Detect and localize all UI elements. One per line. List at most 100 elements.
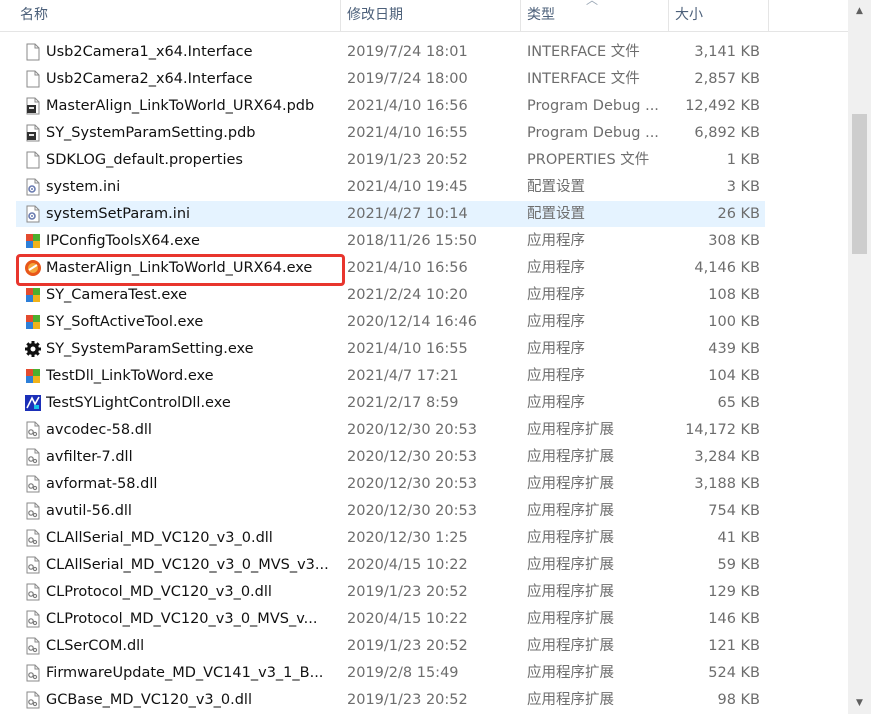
document-icon xyxy=(24,43,42,61)
file-row[interactable]: MasterAlign_LinkToWorld_URX64.pdb 2021/4/… xyxy=(16,93,765,119)
vertical-scrollbar[interactable]: ▲ ▼ xyxy=(848,0,871,714)
file-name: systemSetParam.ini xyxy=(46,206,191,222)
scroll-up-icon[interactable]: ▲ xyxy=(848,0,871,22)
file-modified-date: 2019/2/8 15:49 xyxy=(347,665,459,681)
file-type: Program Debug ... xyxy=(527,98,659,114)
file-type: 配置设置 xyxy=(527,206,585,222)
file-modified-date: 2019/1/23 20:52 xyxy=(347,584,468,600)
file-row[interactable]: SY_SystemParamSetting.exe 2021/4/10 16:55… xyxy=(16,336,765,362)
file-name: Usb2Camera2_x64.Interface xyxy=(46,71,253,87)
file-type: 应用程序 xyxy=(527,368,585,384)
ini-icon xyxy=(24,205,42,223)
file-name: FirmwareUpdate_MD_VC141_v3_1_B... xyxy=(46,665,324,681)
file-size: 3,284 KB xyxy=(694,449,760,465)
file-size: 1 KB xyxy=(726,152,760,168)
file-size: 3,188 KB xyxy=(694,476,760,492)
file-type: 应用程序 xyxy=(527,395,585,411)
file-name: avcodec-58.dll xyxy=(46,422,152,438)
partial-row xyxy=(16,26,765,38)
file-name: CLProtocol_MD_VC120_v3_0.dll xyxy=(46,584,272,600)
file-size: 26 KB xyxy=(717,206,760,222)
file-row[interactable]: CLAllSerial_MD_VC120_v3_0.dll 2020/12/30 … xyxy=(16,525,765,551)
file-row[interactable]: CLProtocol_MD_VC120_v3_0_MVS_v... 2020/4/… xyxy=(16,606,765,632)
file-row[interactable]: Usb2Camera2_x64.Interface 2019/7/24 18:00… xyxy=(16,66,765,92)
document-icon xyxy=(24,70,42,88)
scroll-down-icon[interactable]: ▼ xyxy=(848,692,871,714)
exe-icon xyxy=(24,367,42,385)
file-type: 应用程序扩展 xyxy=(527,557,614,573)
file-modified-date: 2021/4/7 17:21 xyxy=(347,368,459,384)
dll-icon xyxy=(24,691,42,709)
dll-icon xyxy=(24,529,42,547)
file-name: SDKLOG_default.properties xyxy=(46,152,243,168)
file-row[interactable]: CLProtocol_MD_VC120_v3_0.dll 2019/1/23 20… xyxy=(16,579,765,605)
file-size: 6,892 KB xyxy=(694,125,760,141)
file-modified-date: 2020/4/15 10:22 xyxy=(347,557,468,573)
file-row[interactable]: system.ini 2021/4/10 19:45 配置设置 3 KB xyxy=(16,174,765,200)
file-type: 应用程序 xyxy=(527,314,585,330)
file-row[interactable]: TestDll_LinkToWord.exe 2021/4/7 17:21 应用程序… xyxy=(16,363,765,389)
file-size: 4,146 KB xyxy=(694,260,760,276)
file-name: CLAllSerial_MD_VC120_v3_0_MVS_v3... xyxy=(46,557,329,573)
blue-app-icon xyxy=(24,394,42,412)
file-size: 524 KB xyxy=(708,665,760,681)
file-type: 应用程序扩展 xyxy=(527,638,614,654)
file-modified-date: 2018/11/26 15:50 xyxy=(347,233,477,249)
pdb-icon xyxy=(24,124,42,142)
file-row[interactable]: avformat-58.dll 2020/12/30 20:53 应用程序扩展 3,1… xyxy=(16,471,765,497)
file-type: 配置设置 xyxy=(527,179,585,195)
file-row[interactable]: GCBase_MD_VC120_v3_0.dll 2019/1/23 20:52 应… xyxy=(16,687,765,713)
file-type: 应用程序扩展 xyxy=(527,665,614,681)
file-modified-date: 2020/12/30 1:25 xyxy=(347,530,468,546)
file-row[interactable]: SDKLOG_default.properties 2019/1/23 20:52… xyxy=(16,147,765,173)
file-size: 41 KB xyxy=(717,530,760,546)
file-row[interactable]: avutil-56.dll 2020/12/30 20:53 应用程序扩展 754 K… xyxy=(16,498,765,524)
file-modified-date: 2019/7/24 18:01 xyxy=(347,44,468,60)
dll-icon xyxy=(24,556,42,574)
file-row[interactable]: SY_SystemParamSetting.pdb 2021/4/10 16:55… xyxy=(16,120,765,146)
file-type: INTERFACE 文件 xyxy=(527,44,640,60)
file-size: 100 KB xyxy=(708,314,760,330)
file-modified-date: 2021/4/10 16:55 xyxy=(347,125,468,141)
file-row[interactable]: Usb2Camera1_x64.Interface 2019/7/24 18:01… xyxy=(16,39,765,65)
file-type: Program Debug ... xyxy=(527,125,659,141)
sort-ascending-icon: ︿ xyxy=(586,0,599,7)
dll-icon xyxy=(24,664,42,682)
file-row[interactable]: avfilter-7.dll 2020/12/30 20:53 应用程序扩展 3,28… xyxy=(16,444,765,470)
dll-icon xyxy=(24,583,42,601)
file-size: 129 KB xyxy=(708,584,760,600)
file-modified-date: 2021/4/10 16:56 xyxy=(347,98,468,114)
file-size: 146 KB xyxy=(708,611,760,627)
file-modified-date: 2020/12/30 20:53 xyxy=(347,503,477,519)
gear-icon xyxy=(24,340,42,358)
file-name: SY_SystemParamSetting.pdb xyxy=(46,125,256,141)
file-modified-date: 2019/7/24 18:00 xyxy=(347,71,468,87)
file-type: 应用程序 xyxy=(527,341,585,357)
file-modified-date: 2021/4/27 10:14 xyxy=(347,206,468,222)
file-modified-date: 2020/12/14 16:46 xyxy=(347,314,477,330)
file-row[interactable]: TestSYLightControlDll.exe 2021/2/17 8:59 应… xyxy=(16,390,765,416)
file-row[interactable]: FirmwareUpdate_MD_VC141_v3_1_B... 2019/2/… xyxy=(16,660,765,686)
file-size: 65 KB xyxy=(717,395,760,411)
file-name: IPConfigToolsX64.exe xyxy=(46,233,200,249)
file-size: 2,857 KB xyxy=(694,71,760,87)
dll-icon xyxy=(24,448,42,466)
file-row[interactable]: CLAllSerial_MD_VC120_v3_0_MVS_v3... 2020/… xyxy=(16,552,765,578)
exe-icon xyxy=(24,286,42,304)
file-row[interactable]: avcodec-58.dll 2020/12/30 20:53 应用程序扩展 14,1… xyxy=(16,417,765,443)
scrollbar-thumb[interactable] xyxy=(852,114,867,254)
pdb-icon xyxy=(24,97,42,115)
file-row[interactable]: IPConfigToolsX64.exe 2018/11/26 15:50 应用程序… xyxy=(16,228,765,254)
file-name: avutil-56.dll xyxy=(46,503,132,519)
file-size: 121 KB xyxy=(708,638,760,654)
file-modified-date: 2020/12/30 20:53 xyxy=(347,449,477,465)
file-row[interactable]: CLSerCOM.dll 2019/1/23 20:52 应用程序扩展 121 KB xyxy=(16,633,765,659)
file-modified-date: 2021/4/10 16:56 xyxy=(347,260,468,276)
file-row[interactable]: SY_SoftActiveTool.exe 2020/12/14 16:46 应用程… xyxy=(16,309,765,335)
dll-icon xyxy=(24,502,42,520)
file-modified-date: 2020/4/15 10:22 xyxy=(347,611,468,627)
document-icon xyxy=(24,151,42,169)
file-type: 应用程序扩展 xyxy=(527,449,614,465)
file-type: INTERFACE 文件 xyxy=(527,71,640,87)
file-row[interactable]: systemSetParam.ini 2021/4/27 10:14 配置设置 26 … xyxy=(16,201,765,227)
